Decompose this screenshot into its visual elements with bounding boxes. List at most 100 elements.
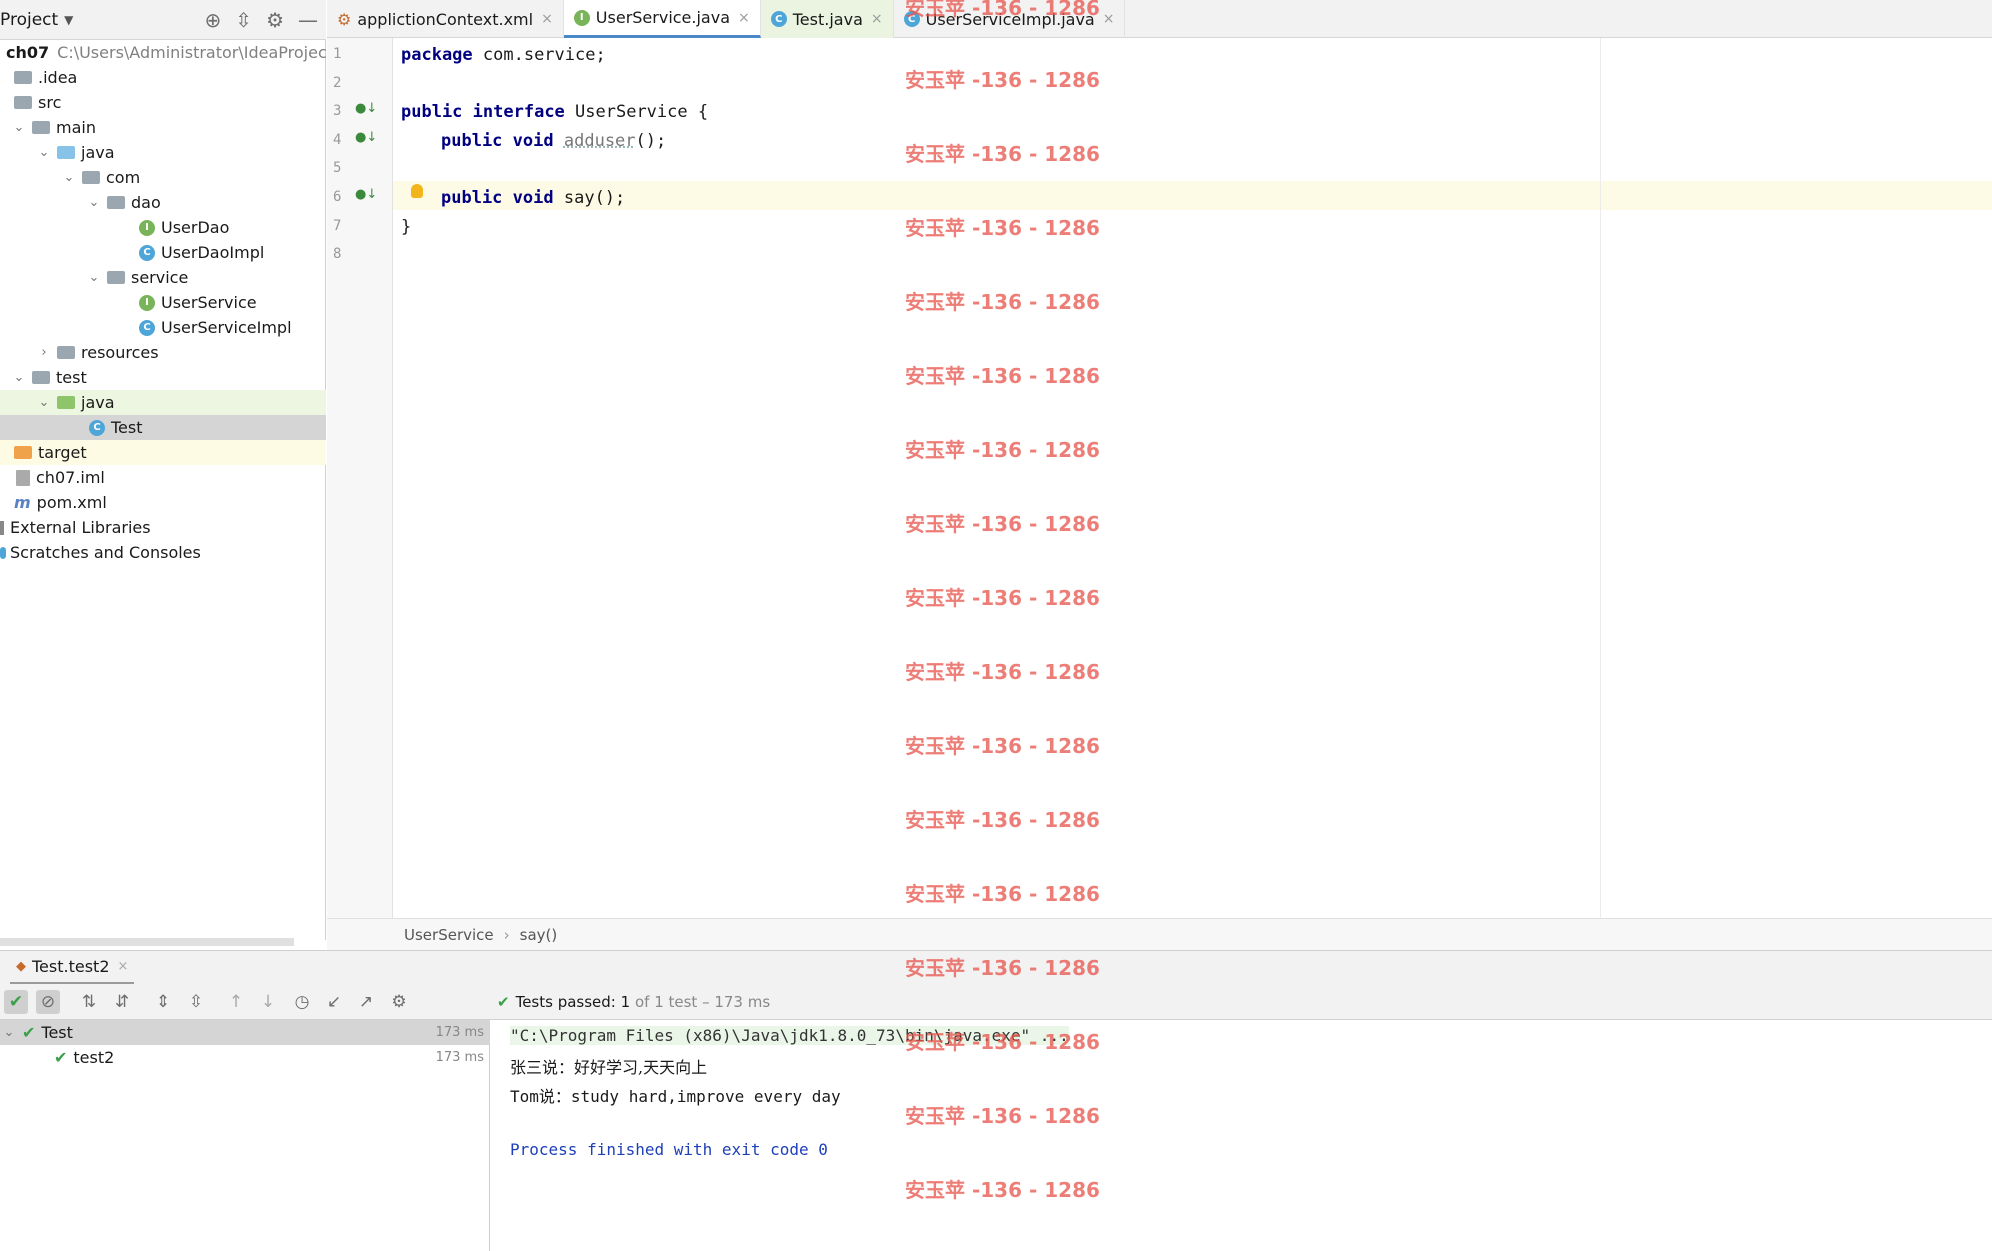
close-icon[interactable]: × <box>1103 11 1115 27</box>
lightbulb-icon[interactable] <box>411 184 423 198</box>
tree-label: External Libraries <box>10 518 151 537</box>
tree-label: resources <box>81 343 159 362</box>
chevron-down-icon[interactable]: ⌄ <box>12 370 26 385</box>
tree-item-userdao[interactable]: I UserDao <box>0 215 326 240</box>
tree-item-scratches[interactable]: Scratches and Consoles <box>0 540 326 565</box>
line-number: 2 <box>333 75 342 91</box>
check-icon: ✔ <box>497 993 510 1011</box>
tree-label: com <box>106 168 141 187</box>
breadcrumb-item-userservice[interactable]: UserService <box>404 926 494 944</box>
watermark: 安玉苹 -136 - 1286 <box>905 142 1100 166</box>
collapse-all-icon[interactable]: ⇳ <box>184 990 208 1014</box>
expand-all-icon[interactable]: ⇕ <box>151 990 175 1014</box>
check-icon: ✔ <box>22 1023 36 1042</box>
class-icon: C <box>139 319 155 336</box>
watermark: 安玉苹 -136 - 1286 <box>905 364 1100 388</box>
close-icon[interactable]: × <box>541 11 553 27</box>
watermark: 安玉苹 -136 - 1286 <box>905 586 1100 610</box>
tree-item-test-class[interactable]: C Test <box>0 415 326 440</box>
close-icon[interactable]: × <box>871 11 883 27</box>
editor-tabs: ⚙ applictionContext.xml × I UserService.… <box>327 0 1992 38</box>
test-class-icon: C <box>770 11 787 27</box>
sort-duration-icon[interactable]: ⇵ <box>110 990 134 1014</box>
module-path: C:\Users\Administrator\IdeaProjects\ <box>57 43 326 62</box>
import-tests-icon[interactable]: ↙ <box>322 990 346 1014</box>
chevron-down-icon[interactable]: ⌄ <box>37 395 51 410</box>
chevron-down-icon[interactable]: ⌄ <box>87 195 101 210</box>
implemented-icon[interactable]: ●↓ <box>355 101 377 116</box>
tab-test[interactable]: C Test.java × <box>760 0 894 38</box>
test-results-tree: ⌄ ✔ Test 173 ms ✔ test2 173 ms <box>0 1020 490 1251</box>
test-row-test[interactable]: ⌄ ✔ Test 173 ms <box>0 1020 490 1045</box>
chevron-right-icon[interactable]: › <box>37 345 51 360</box>
tree-item-ch07[interactable]: ch07 C:\Users\Administrator\IdeaProjects… <box>0 40 326 65</box>
tree-item-target[interactable]: target <box>0 440 326 465</box>
show-ignored-icon[interactable]: ⊘ <box>36 990 60 1014</box>
collapse-all-icon[interactable]: ⇳ <box>235 8 252 32</box>
close-icon[interactable]: × <box>118 959 129 974</box>
previous-test-icon[interactable]: ↑ <box>224 990 248 1014</box>
console-line: 张三说：好好学习,天天向上 <box>510 1058 708 1077</box>
tree-item-com[interactable]: ⌄ com <box>0 165 326 190</box>
tree-item-src[interactable]: src <box>0 90 326 115</box>
implemented-icon[interactable]: ●↓ <box>355 187 377 202</box>
watermark: 安玉苹 -136 - 1286 <box>905 290 1100 314</box>
dropdown-icon[interactable]: ▼ <box>64 13 73 27</box>
breadcrumb: UserService › say() <box>327 918 1992 950</box>
tree-label: ch07.iml <box>36 468 105 487</box>
tree-item-idea[interactable]: .idea <box>0 65 326 90</box>
locate-icon[interactable]: ⊕ <box>205 8 222 32</box>
watermark: 安玉苹 -136 - 1286 <box>905 1104 1100 1128</box>
tree-item-test-java[interactable]: ⌄ java <box>0 390 326 415</box>
chevron-down-icon[interactable]: ⌄ <box>87 270 101 285</box>
horizontal-scrollbar[interactable] <box>0 938 294 946</box>
export-tests-icon[interactable]: ↗ <box>354 990 378 1014</box>
gear-icon[interactable]: ⚙ <box>266 8 284 32</box>
run-toolbar: ✔ ⊘ ⇅ ⇵ ⇕ ⇳ ↑ ↓ ◷ ↙ ↗ ⚙ ✔ Tests passed: … <box>0 984 1992 1020</box>
line-number: 1 <box>333 46 342 62</box>
implemented-icon[interactable]: ●↓ <box>355 130 377 145</box>
chevron-down-icon[interactable]: ⌄ <box>2 1025 16 1040</box>
tree-item-iml[interactable]: ch07.iml <box>0 465 326 490</box>
test-row-test2[interactable]: ✔ test2 173 ms <box>0 1045 490 1070</box>
console-output[interactable]: "C:\Program Files (x86)\Java\jdk1.8.0_73… <box>491 1020 1992 1251</box>
tree-item-resources[interactable]: › resources <box>0 340 326 365</box>
run-config-icon: ◆ <box>16 959 26 974</box>
history-icon[interactable]: ◷ <box>290 990 314 1014</box>
tree-item-dao[interactable]: ⌄ dao <box>0 190 326 215</box>
tree-label: service <box>131 268 189 287</box>
watermark: 安玉苹 -136 - 1286 <box>905 956 1100 980</box>
tree-item-main[interactable]: ⌄ main <box>0 115 326 140</box>
watermark: 安玉苹 -136 - 1286 <box>905 68 1100 92</box>
tab-userservice[interactable]: I UserService.java × <box>563 0 761 38</box>
tree-label: .idea <box>38 68 78 87</box>
tree-item-service[interactable]: ⌄ service <box>0 265 326 290</box>
tree-item-userdaoimpl[interactable]: C UserDaoImpl <box>0 240 326 265</box>
run-tab-test-test2[interactable]: ◆ Test.test2 × <box>10 951 135 985</box>
sort-alpha-icon[interactable]: ⇅ <box>77 990 101 1014</box>
chevron-down-icon[interactable]: ⌄ <box>62 170 76 185</box>
ide-window: Project ▼ ⊕ ⇳ ⚙ — ch07 C:\Users\Administ… <box>0 0 1992 1251</box>
hide-icon[interactable]: — <box>298 8 318 32</box>
code-line-4: public void adduser(); <box>441 131 667 151</box>
breadcrumb-item-say[interactable]: say() <box>520 926 558 944</box>
watermark: 安玉苹 -136 - 1286 <box>905 438 1100 462</box>
code-editor[interactable]: package com.service; public interface Us… <box>393 38 1992 918</box>
line-number: 7 <box>333 218 342 234</box>
tree-item-userservice[interactable]: I UserService <box>0 290 326 315</box>
tree-item-test[interactable]: ⌄ test <box>0 365 326 390</box>
tree-item-pom[interactable]: m pom.xml <box>0 490 326 515</box>
close-icon[interactable]: × <box>738 10 750 26</box>
show-passed-icon[interactable]: ✔ <box>4 990 28 1014</box>
tree-item-userserviceimpl[interactable]: C UserServiceImpl <box>0 315 326 340</box>
tree-item-external-libraries[interactable]: External Libraries <box>0 515 326 540</box>
line-number: 6 <box>333 189 342 205</box>
tree-label: Scratches and Consoles <box>10 543 201 562</box>
chevron-down-icon[interactable]: ⌄ <box>12 120 26 135</box>
project-view-selector[interactable]: Project <box>0 10 58 30</box>
chevron-down-icon[interactable]: ⌄ <box>37 145 51 160</box>
tree-item-java[interactable]: ⌄ java <box>0 140 326 165</box>
next-test-icon[interactable]: ↓ <box>256 990 280 1014</box>
gear-icon[interactable]: ⚙ <box>387 990 411 1014</box>
tab-applictioncontext[interactable]: ⚙ applictionContext.xml × <box>327 0 564 38</box>
